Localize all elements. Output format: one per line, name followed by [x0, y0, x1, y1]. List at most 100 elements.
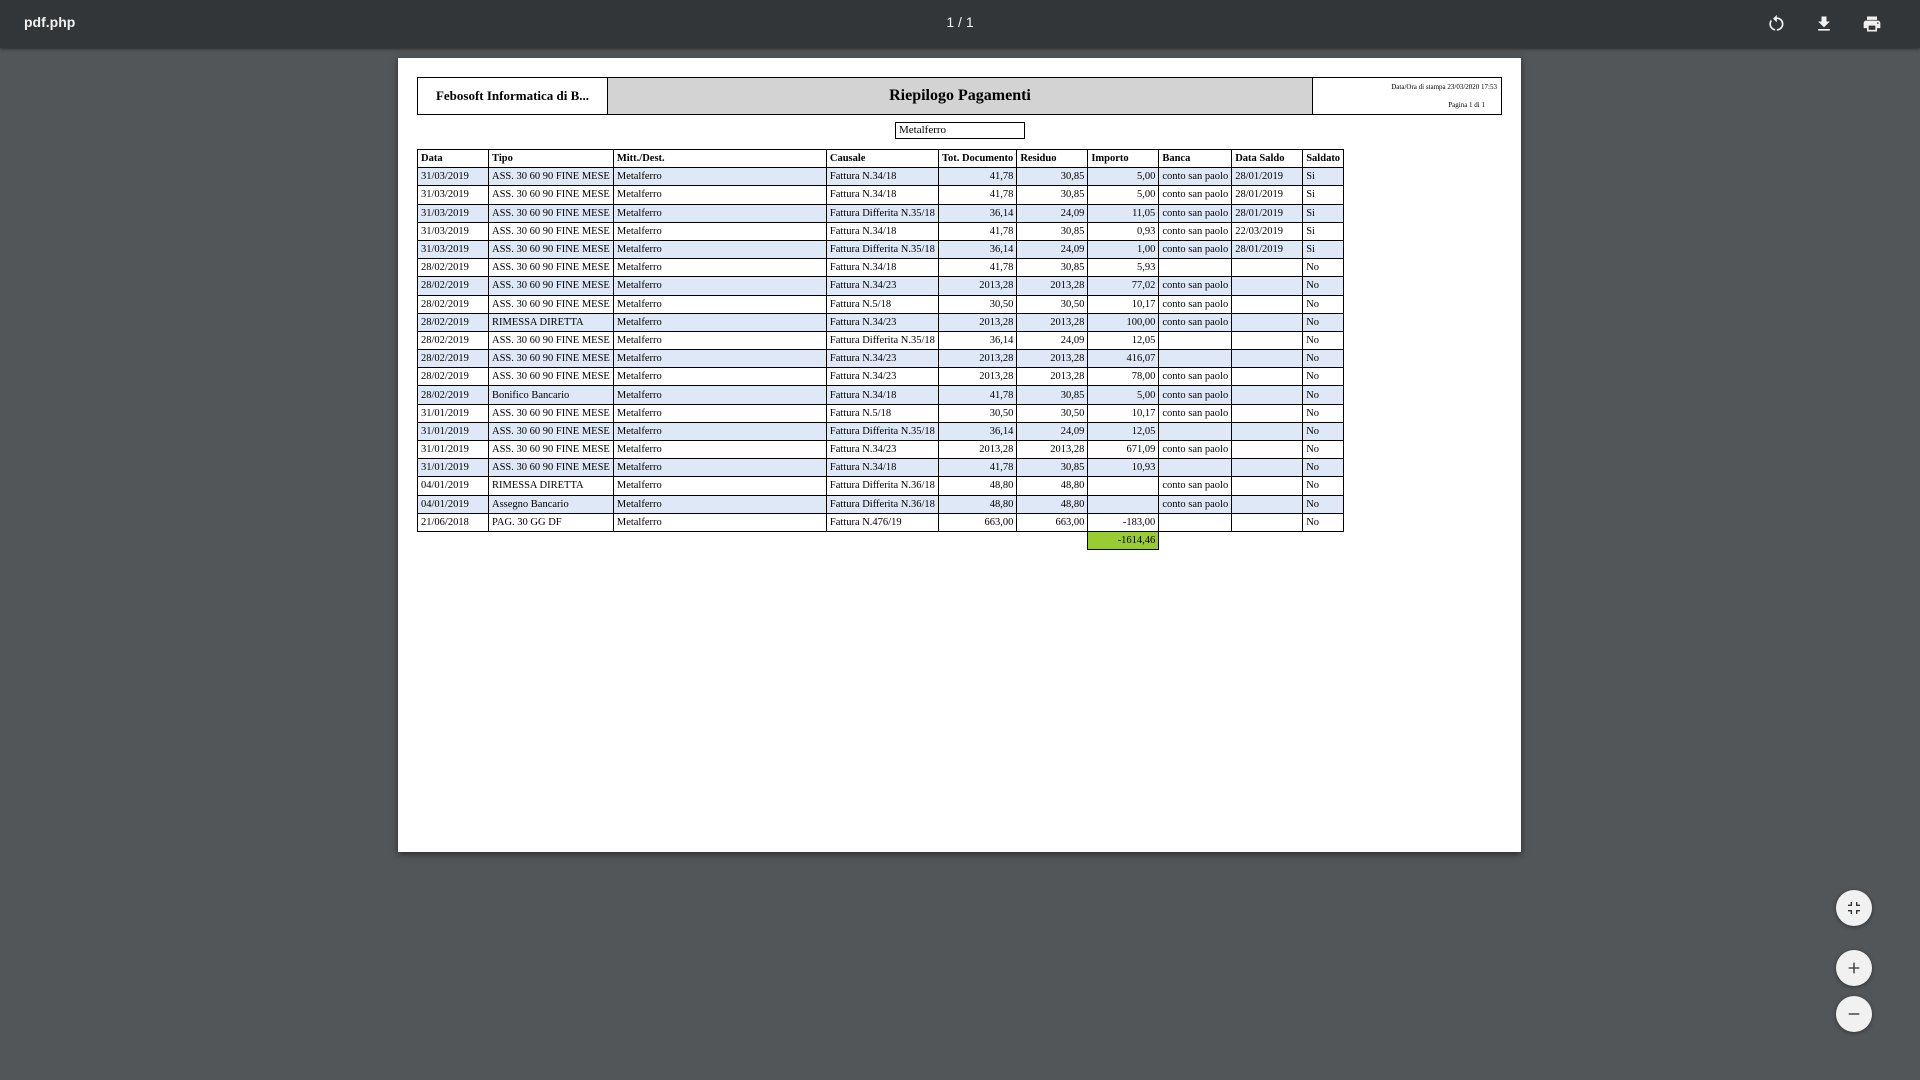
cell-type: ASS. 30 60 90 FINE MESE	[488, 167, 614, 187]
cell-settled: Si	[1302, 203, 1345, 223]
total-spacer	[938, 531, 1016, 549]
cell-cause: Fattura N.5/18	[825, 403, 939, 423]
cell-residual: 24,09	[1016, 330, 1089, 351]
cell-party: Metalferro	[612, 167, 827, 187]
cell-settled: No	[1302, 330, 1345, 351]
cell-bank: conto san paolo	[1158, 476, 1233, 496]
cell-amount: 11,05	[1087, 203, 1160, 223]
column-header-cause: Causale	[825, 148, 939, 169]
cell-type: ASS. 30 60 90 FINE MESE	[488, 330, 614, 351]
page-info: Pagina 1 di 1	[1448, 101, 1485, 109]
table-row: 04/01/2019 Assegno Bancario Metalferro Fatt…	[417, 494, 1345, 514]
cell-settled: No	[1302, 312, 1345, 332]
cell-amount: 12,05	[1087, 421, 1160, 442]
cell-residual: 2013,28	[1016, 276, 1089, 296]
table-header: Data Tipo Mitt./Dest. Causale Tot. Documento…	[417, 148, 1345, 169]
cell-settle-date	[1231, 312, 1304, 332]
cell-cause: Fattura N.34/23	[825, 276, 939, 296]
cell-residual: 48,80	[1016, 494, 1089, 514]
cell-party: Metalferro	[612, 458, 827, 478]
cell-date: 31/01/2019	[417, 439, 489, 460]
cell-amount	[1087, 476, 1160, 496]
cell-date: 31/03/2019	[417, 221, 489, 241]
company-name: Febosoft Informatica di B...	[418, 78, 608, 114]
print-button[interactable]	[1856, 8, 1888, 40]
cell-settle-date	[1231, 349, 1304, 369]
cell-cause: Fattura Differita N.35/18	[825, 421, 939, 442]
cell-settled: No	[1302, 276, 1345, 296]
cell-type: ASS. 30 60 90 FINE MESE	[488, 221, 614, 241]
total-row: -1614,46	[418, 530, 1344, 551]
table-row: 31/03/2019 ASS. 30 60 90 FINE MESE Metalfe…	[417, 185, 1345, 205]
fit-page-button[interactable]	[1836, 890, 1872, 926]
report-header: Febosoft Informatica di B... Riepilogo P…	[417, 77, 1502, 115]
table-row: 31/03/2019 ASS. 30 60 90 FINE MESE Metalfe…	[417, 203, 1345, 223]
cell-type: ASS. 30 60 90 FINE MESE	[488, 258, 614, 278]
cell-date: 28/02/2019	[417, 385, 489, 405]
cell-settled: Si	[1302, 167, 1345, 187]
cell-date: 28/02/2019	[417, 330, 489, 351]
cell-party: Metalferro	[612, 476, 827, 496]
cell-bank	[1158, 421, 1233, 442]
cell-type: ASS. 30 60 90 FINE MESE	[488, 294, 614, 314]
cell-date: 31/03/2019	[417, 239, 489, 260]
cell-amount: 10,17	[1087, 294, 1160, 314]
cell-date: 31/03/2019	[417, 203, 489, 223]
cell-type: ASS. 30 60 90 FINE MESE	[488, 439, 614, 460]
total-spacer	[1159, 531, 1232, 549]
cell-residual: 30,85	[1016, 185, 1089, 205]
cell-settled: No	[1302, 439, 1345, 460]
cell-cause: Fattura Differita N.35/18	[825, 203, 939, 223]
cell-residual: 30,85	[1016, 221, 1089, 241]
column-header-date: Data	[417, 148, 489, 169]
cell-amount: 10,17	[1087, 403, 1160, 423]
cell-bank: conto san paolo	[1158, 367, 1233, 387]
cell-residual: 30,85	[1016, 167, 1089, 187]
cell-bank: conto san paolo	[1158, 185, 1233, 205]
fit-page-icon	[1848, 902, 1860, 914]
filter-box: Metalferro	[895, 122, 1025, 139]
cell-party: Metalferro	[612, 312, 827, 332]
cell-settle-date	[1231, 276, 1304, 296]
cell-cause: Fattura N.34/18	[825, 385, 939, 405]
cell-amount: 77,02	[1087, 276, 1160, 296]
download-icon	[1818, 16, 1830, 31]
zoom-in-button[interactable]	[1836, 950, 1872, 986]
cell-settle-date	[1231, 421, 1304, 442]
cell-settled: No	[1302, 367, 1345, 387]
cell-settle-date	[1231, 494, 1304, 514]
cell-type: RIMESSA DIRETTA	[488, 476, 614, 496]
cell-settle-date	[1231, 512, 1304, 532]
cell-cause: Fattura N.34/23	[825, 439, 939, 460]
cell-settle-date	[1231, 458, 1304, 478]
table-row: 31/03/2019 ASS. 30 60 90 FINE MESE Metalfe…	[417, 167, 1345, 187]
cell-cause: Fattura N.34/23	[825, 367, 939, 387]
cell-settled: No	[1302, 494, 1345, 514]
total-spacer	[613, 531, 826, 549]
table-row: 28/02/2019 ASS. 30 60 90 FINE MESE Metalfe…	[417, 367, 1345, 387]
cell-residual: 30,85	[1016, 458, 1089, 478]
report-meta: Data/Ora di stampa 23/03/2020 17:53 Pagi…	[1313, 78, 1501, 114]
cell-cause: Fattura Differita N.35/18	[825, 239, 939, 260]
cell-tot: 41,78	[937, 258, 1018, 278]
cell-amount: 1,00	[1087, 239, 1160, 260]
cell-date: 04/01/2019	[417, 476, 489, 496]
cell-amount: 5,00	[1087, 385, 1160, 405]
zoom-out-button[interactable]	[1836, 996, 1872, 1032]
cell-tot: 663,00	[937, 512, 1018, 532]
cell-amount: 12,05	[1087, 330, 1160, 351]
cell-date: 28/02/2019	[417, 294, 489, 314]
table-row: 28/02/2019 Bonifico Bancario Metalferro Fat…	[417, 385, 1345, 405]
cell-party: Metalferro	[612, 239, 827, 260]
page-indicator: 1 / 1	[946, 14, 974, 30]
column-header-residual: Residuo	[1016, 148, 1089, 169]
cell-amount: 5,93	[1087, 258, 1160, 278]
rotate-button[interactable]	[1760, 8, 1792, 40]
column-header-type: Tipo	[488, 148, 614, 169]
print-icon	[1863, 16, 1881, 32]
cell-bank	[1158, 258, 1233, 278]
cell-party: Metalferro	[612, 258, 827, 278]
table-row: 28/02/2019 ASS. 30 60 90 FINE MESE Metalfe…	[417, 349, 1345, 369]
download-button[interactable]	[1808, 8, 1840, 40]
cell-cause: Fattura N.34/23	[825, 312, 939, 332]
